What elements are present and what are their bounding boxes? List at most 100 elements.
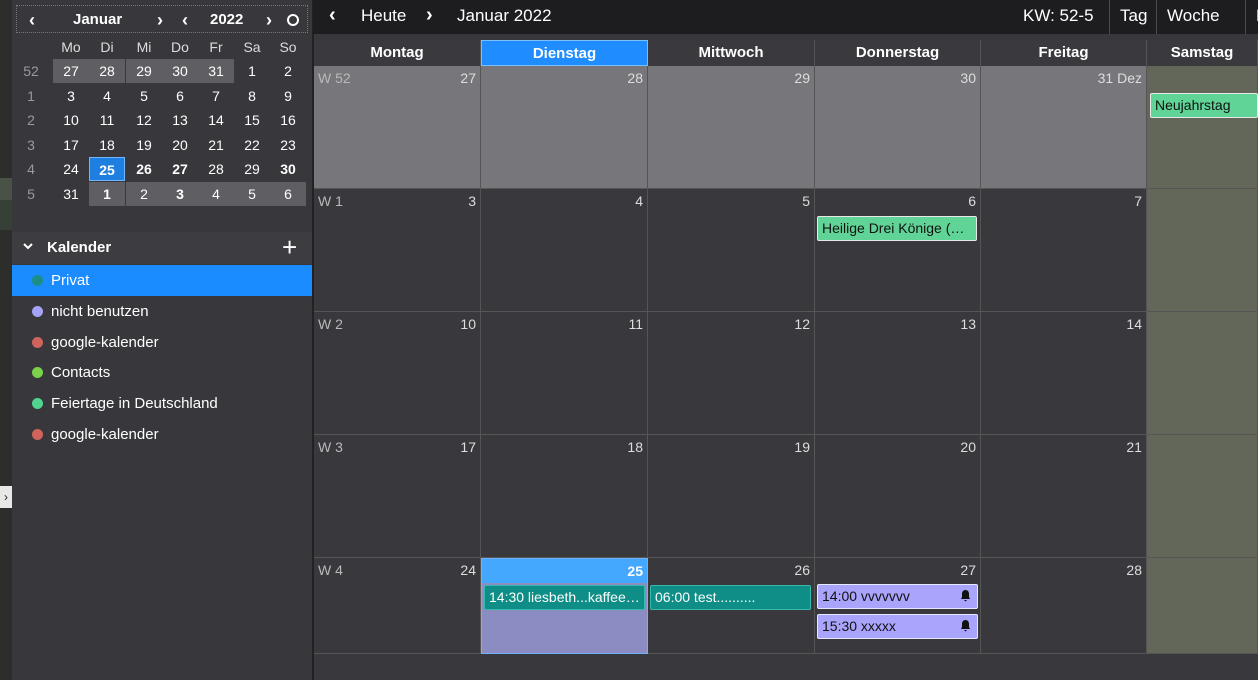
mini-calendar-day[interactable]: 9	[270, 84, 306, 108]
mini-calendar-day[interactable]: 27	[53, 59, 89, 83]
day-cell[interactable]: 29	[648, 66, 815, 189]
mini-calendar-day[interactable]: 5	[126, 84, 162, 108]
mini-calendar-day[interactable]: 28	[89, 59, 125, 83]
calendar-item[interactable]: google-kalender	[12, 419, 312, 450]
mini-calendar-day[interactable]: 14	[198, 108, 234, 132]
view-month-button[interactable]: M	[1245, 0, 1258, 34]
mini-calendar-day[interactable]: 12	[126, 108, 162, 132]
calendars-section-header[interactable]: Kalender +	[12, 232, 312, 264]
today-button[interactable]: Heute	[361, 0, 406, 32]
next-month-button[interactable]: ›	[149, 6, 171, 34]
mini-calendar-day[interactable]: 24	[53, 157, 89, 181]
month-label[interactable]: Januar	[73, 6, 122, 34]
mini-calendar-day[interactable]: 16	[270, 108, 306, 132]
calendar-item[interactable]: Privat	[12, 265, 312, 296]
prev-year-button[interactable]: ‹	[174, 6, 196, 34]
mini-calendar-day[interactable]: 26	[126, 157, 162, 181]
day-cell[interactable]: 14	[981, 312, 1147, 435]
day-cell[interactable]: 11	[481, 312, 648, 435]
mini-calendar-day[interactable]: 10	[53, 108, 89, 132]
day-cell[interactable]: 21	[981, 435, 1147, 558]
mini-calendar-day[interactable]: 3	[53, 84, 89, 108]
next-period-button[interactable]: ›	[426, 0, 433, 32]
day-cell[interactable]	[1147, 435, 1258, 558]
day-cell[interactable]: 5	[648, 189, 815, 312]
go-today-circle-icon[interactable]	[287, 14, 299, 26]
calendar-item[interactable]: google-kalender	[12, 327, 312, 358]
mini-calendar-day[interactable]: 19	[126, 133, 162, 157]
event-liesbeth[interactable]: 14:30 liesbeth...kaffee…	[484, 585, 645, 610]
mini-calendar-day[interactable]: 4	[198, 181, 234, 206]
mini-calendar-day[interactable]: 29	[234, 157, 270, 181]
event-test[interactable]: 06:00 test..........	[650, 585, 811, 610]
mini-calendar-day[interactable]: 27	[162, 157, 198, 181]
day-cell[interactable]: 19	[648, 435, 815, 558]
view-week-button[interactable]: Woche	[1156, 0, 1230, 34]
year-label[interactable]: 2022	[210, 6, 243, 34]
view-day-button[interactable]: Tag	[1109, 0, 1157, 34]
day-cell[interactable]	[1147, 312, 1258, 435]
mini-calendar-day[interactable]: 5	[234, 181, 270, 206]
event-vvvvvvv[interactable]: 14:00 vvvvvvv	[817, 584, 978, 609]
mini-calendar-day[interactable]: 31	[53, 182, 89, 206]
mini-calendar-day[interactable]: 1	[234, 59, 270, 83]
prev-month-button[interactable]: ‹	[21, 6, 43, 34]
calendar-name: Contacts	[51, 364, 111, 382]
mini-calendar-day[interactable]: 17	[53, 133, 89, 157]
day-cell[interactable]: W 52 27	[314, 66, 481, 189]
calendar-item[interactable]: Contacts	[12, 357, 312, 388]
mini-calendar-day[interactable]: 20	[162, 133, 198, 157]
day-cell[interactable]	[1147, 558, 1258, 654]
mini-calendar-day[interactable]: 2	[126, 181, 162, 206]
mini-calendar-day[interactable]: 8	[234, 84, 270, 108]
mini-calendar-day[interactable]: 6	[162, 84, 198, 108]
mini-calendar-day[interactable]: 4	[89, 84, 125, 108]
prev-period-button[interactable]: ‹	[329, 0, 336, 32]
day-cell[interactable]	[1147, 66, 1258, 189]
mini-calendar-day[interactable]: 11	[89, 108, 125, 132]
event-neujahrstag[interactable]: Neujahrstag	[1150, 93, 1258, 118]
day-cell[interactable]: 20	[815, 435, 981, 558]
mini-calendar-day[interactable]: 13	[162, 108, 198, 132]
day-cell[interactable]: 13	[815, 312, 981, 435]
add-calendar-button[interactable]: +	[282, 232, 297, 262]
calendar-week-range: KW: 52-5	[1023, 6, 1094, 25]
mini-calendar-day[interactable]: 30	[162, 59, 198, 83]
day-cell[interactable]: 6	[815, 189, 981, 312]
mini-calendar-day[interactable]: 3	[162, 181, 198, 206]
event-xxxxx[interactable]: 15:30 xxxxx	[817, 614, 978, 639]
mini-calendar-day[interactable]: 25	[89, 157, 125, 181]
mini-calendar-day[interactable]: 1	[89, 181, 125, 206]
mini-calendar-day[interactable]: 7	[198, 84, 234, 108]
mini-calendar-day[interactable]: 30	[270, 157, 306, 181]
expand-arrow-icon[interactable]: ›	[0, 486, 12, 508]
mini-calendar-day[interactable]: 29	[126, 59, 162, 83]
day-cell[interactable]: 12	[648, 312, 815, 435]
mini-calendar-day[interactable]: 23	[270, 133, 306, 157]
mini-calendar-day[interactable]: 31	[198, 59, 234, 83]
mini-calendar-day[interactable]: 18	[89, 133, 125, 157]
day-cell[interactable]: 28	[481, 66, 648, 189]
day-cell[interactable]: 30	[815, 66, 981, 189]
mini-calendar-day[interactable]: 28	[198, 157, 234, 181]
day-cell[interactable]: W 4 24	[314, 558, 481, 654]
mini-calendar-day[interactable]: 21	[198, 133, 234, 157]
chevron-down-icon[interactable]	[22, 240, 34, 255]
mini-calendar-day[interactable]: 6	[270, 181, 306, 206]
day-cell[interactable]	[1147, 189, 1258, 312]
day-cell[interactable]: 31 Dez	[981, 66, 1147, 189]
day-cell[interactable]: W 2 10	[314, 312, 481, 435]
mini-calendar-day[interactable]: 2	[270, 59, 306, 83]
day-cell[interactable]: 28	[981, 558, 1147, 654]
mini-calendar-day[interactable]: 22	[234, 133, 270, 157]
day-cell[interactable]: 4	[481, 189, 648, 312]
day-cell[interactable]: 7	[981, 189, 1147, 312]
mini-calendar-day[interactable]: 15	[234, 108, 270, 132]
event-heilige-drei-koenige[interactable]: Heilige Drei Könige (…	[817, 216, 977, 241]
next-year-button[interactable]: ›	[258, 6, 280, 34]
calendar-item[interactable]: nicht benutzen	[12, 296, 312, 327]
day-cell[interactable]: W 1 3	[314, 189, 481, 312]
calendar-item[interactable]: Feiertage in Deutschland	[12, 388, 312, 419]
day-cell[interactable]: 18	[481, 435, 648, 558]
day-cell[interactable]: W 3 17	[314, 435, 481, 558]
